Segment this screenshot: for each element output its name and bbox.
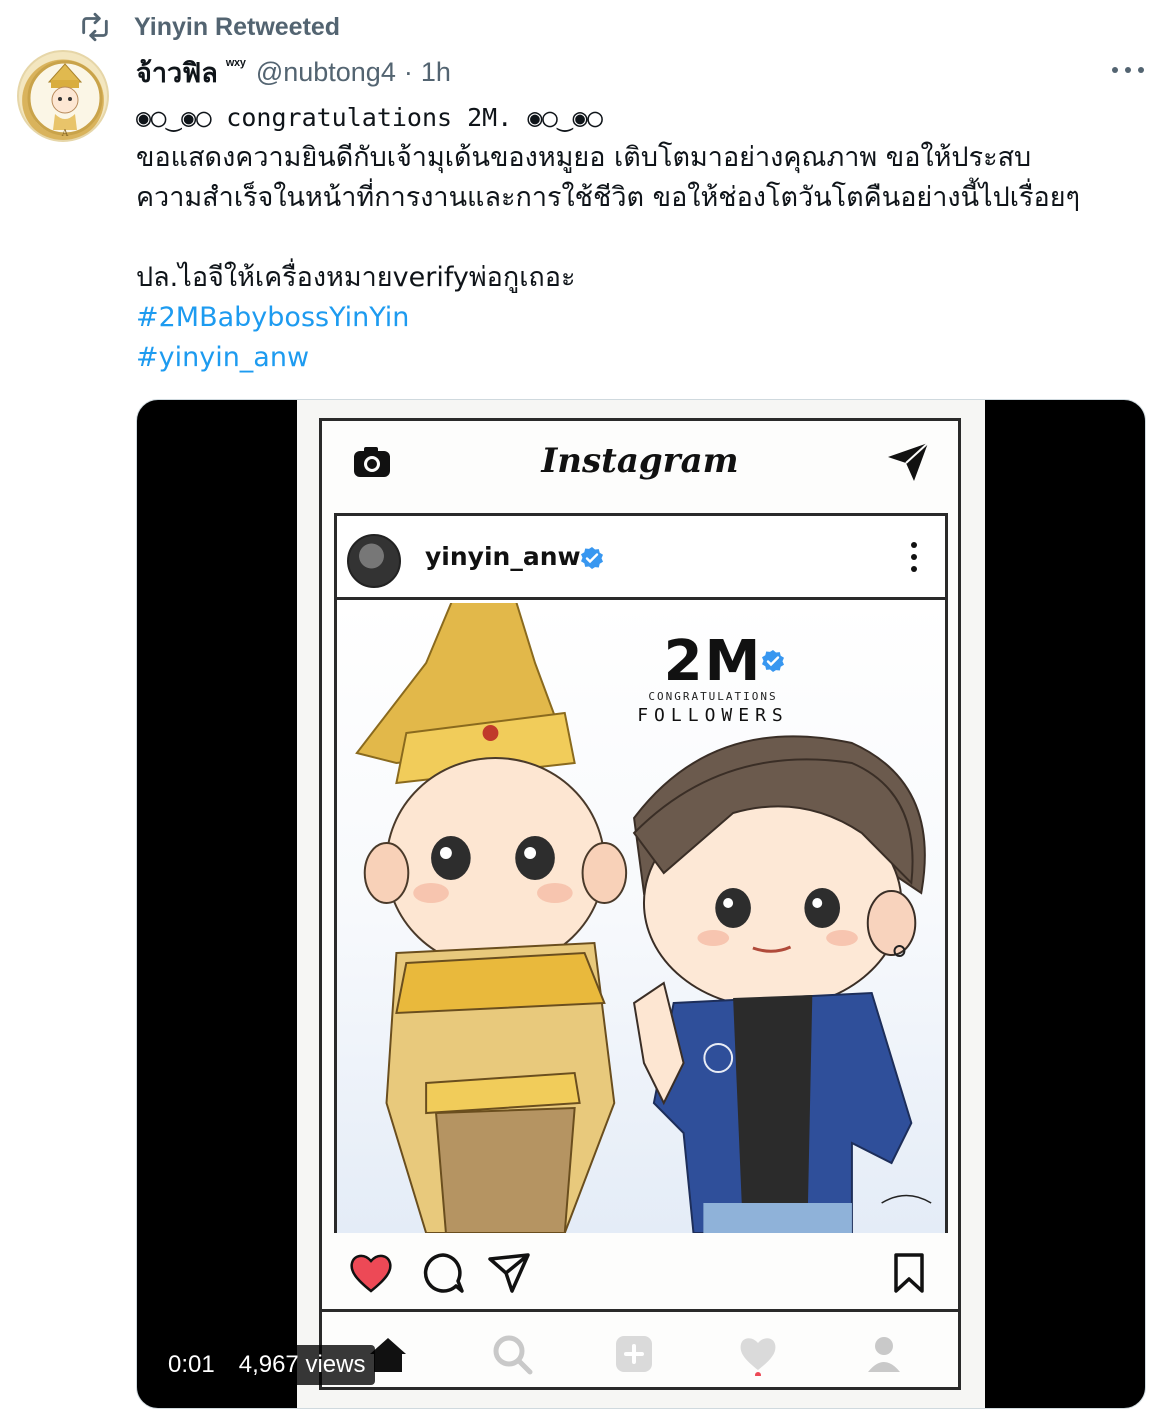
ig-username: yinyin_anw [425, 542, 581, 571]
tweet-line: ปล.ไอจีให้เครื่องหมายverifyพ่อกูเถอะ [136, 262, 576, 293]
author-handle[interactable]: @nubtong4 [256, 57, 396, 88]
video-stats-overlay: 0:01 4,967 views [158, 1345, 376, 1385]
add-post-icon [616, 1336, 652, 1372]
retweet-icon [82, 12, 108, 42]
tweet-timestamp[interactable]: 1h [421, 57, 451, 88]
retweet-indicator: Yinyin Retweeted [78, 10, 340, 44]
hashtag-link[interactable]: #2MBabybossYinYin [136, 298, 1146, 338]
activity-heart-icon [740, 1338, 776, 1376]
tweet-line: ◉◯‿◉◯ congratulations 2M. ◉◯‿◉◯ [136, 103, 603, 132]
ig-action-bar [334, 1239, 948, 1309]
ig-post-header: yinyin_anw [337, 516, 945, 600]
author-name[interactable]: จ้าวฟิล [136, 51, 218, 94]
tweet-line: ขอแสดงความยินดีกับเจ้ามุเด้นของหมูยอ เติ… [136, 142, 1032, 173]
direct-message-icon [888, 442, 929, 481]
tweet-header: จ้าวฟิล ʷˣʸ @nubtong4 · 1h [136, 52, 451, 92]
milestone-badge: 2M CONGRATULATIONS FOLLOWERS [633, 629, 793, 726]
author-name-suffix[interactable]: ʷˣʸ [226, 57, 246, 75]
instagram-mockup: Instagram yinyin_anw 2M CONGRATULATIONS … [319, 418, 961, 1390]
share-icon [488, 1253, 530, 1293]
separator-dot: · [403, 56, 413, 87]
instagram-logo: Instagram [541, 441, 739, 481]
bookmark-icon [894, 1253, 924, 1293]
video-frame: Instagram yinyin_anw 2M CONGRATULATIONS … [297, 400, 985, 1408]
retweet-label[interactable]: Yinyin Retweeted [134, 13, 340, 42]
svg-text:A: A [61, 129, 69, 139]
verified-badge-icon [581, 547, 603, 569]
profile-icon [868, 1337, 900, 1372]
verified-badge-icon [762, 650, 784, 672]
ig-post: yinyin_anw 2M CONGRATULATIONS FOLLOWERS [334, 513, 948, 1233]
tweet-line: ความสำเร็จในหน้าที่การงานและการใช้ชีวิต … [136, 182, 1081, 213]
more-options-icon[interactable] [1108, 58, 1148, 82]
ig-top-bar: Instagram [322, 421, 958, 501]
comment-icon [423, 1253, 464, 1293]
congrats-text: CONGRATULATIONS [648, 690, 778, 703]
ig-bottom-nav [322, 1309, 958, 1389]
heart-icon [350, 1254, 392, 1293]
ig-post-image: 2M CONGRATULATIONS FOLLOWERS [337, 603, 945, 1233]
hashtag-link[interactable]: #yinyin_anw [136, 338, 1146, 378]
video-time: 0:01 [168, 1351, 215, 1378]
author-avatar[interactable]: A [17, 50, 109, 142]
followers-text: FOLLOWERS [637, 705, 789, 726]
video-view-count: 4,967 views [238, 1351, 366, 1378]
ig-more-icon [911, 542, 919, 572]
search-icon [493, 1335, 533, 1375]
tweet-body: ◉◯‿◉◯ congratulations 2M. ◉◯‿◉◯ ขอแสดงคว… [136, 98, 1146, 378]
ig-profile-avatar [347, 534, 401, 588]
video-player[interactable]: Instagram yinyin_anw 2M CONGRATULATIONS … [136, 399, 1146, 1409]
tweet-spacer [136, 218, 1146, 258]
